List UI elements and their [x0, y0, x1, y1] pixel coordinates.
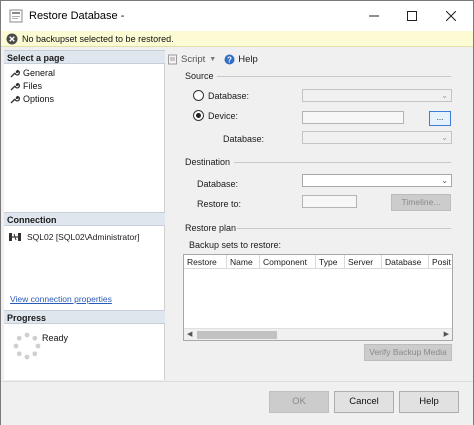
browse-device-button[interactable]: ... — [429, 111, 451, 126]
minimize-button[interactable] — [355, 1, 393, 31]
source-divider — [217, 76, 451, 77]
script-button[interactable]: Script — [167, 54, 205, 65]
cancel-button[interactable]: Cancel — [334, 391, 394, 413]
svg-text:?: ? — [227, 55, 232, 64]
minimize-icon — [369, 15, 379, 17]
server-connection-icon — [9, 233, 21, 241]
grid-horizontal-scrollbar[interactable]: ◀ ▶ — [184, 328, 452, 340]
destination-group-label: Destination — [185, 157, 231, 167]
restore-plan-divider — [237, 228, 451, 229]
column-header-component[interactable]: Component — [260, 255, 316, 269]
select-page-header: Select a page — [4, 50, 165, 64]
progress-header: Progress — [4, 310, 165, 324]
close-button[interactable] — [432, 1, 470, 31]
destination-divider — [234, 162, 451, 163]
column-header-restore[interactable]: Restore — [184, 255, 227, 269]
restore-database-window: Restore Database - No backupset selected… — [0, 0, 474, 425]
column-header-type[interactable]: Type — [316, 255, 345, 269]
restore-to-field[interactable] — [302, 195, 357, 208]
column-header-server[interactable]: Server — [345, 255, 382, 269]
info-message: No backupset selected to be restored. — [22, 34, 174, 44]
source-database-option-label: Database: — [208, 91, 250, 101]
script-dropdown-icon[interactable]: ▼ — [209, 56, 216, 63]
progress-status: Ready — [42, 333, 69, 343]
window-title: Restore Database - — [29, 10, 125, 22]
wrench-icon — [10, 82, 20, 90]
sql-server-app-icon — [9, 9, 23, 23]
source-device-radio[interactable] — [193, 110, 204, 121]
connection-info: SQL02 [SQL02\Administrator] — [8, 231, 139, 243]
source-device-option-label: Device: — [208, 111, 239, 121]
connection-text: SQL02 [SQL02\Administrator] — [27, 232, 140, 242]
destination-database-label: Database: — [197, 179, 239, 189]
dialog-footer: OK Cancel Help — [1, 381, 473, 425]
restore-to-label: Restore to: — [197, 199, 242, 209]
ok-button[interactable]: OK — [269, 391, 329, 413]
page-item-label: Files — [23, 81, 43, 91]
view-connection-properties-link[interactable]: View connection properties — [10, 294, 112, 304]
page-item-options[interactable]: Options — [9, 93, 54, 105]
maximize-icon — [407, 11, 417, 21]
chevron-down-icon: ⌄ — [441, 91, 448, 100]
scroll-left-icon[interactable]: ◀ — [187, 330, 192, 338]
help-button[interactable]: Help — [399, 391, 459, 413]
source-database-label: Database: — [223, 134, 265, 144]
error-x-circle-icon — [6, 33, 18, 45]
backup-sets-label: Backup sets to restore: — [189, 240, 282, 250]
close-icon — [446, 11, 456, 21]
timeline-button[interactable]: Timeline... — [391, 194, 451, 211]
backup-sets-grid[interactable]: Restore Name Component Type Server Datab… — [183, 254, 453, 341]
source-device-database-select[interactable]: ⌄ — [302, 131, 452, 144]
device-path-field[interactable] — [302, 111, 404, 124]
destination-database-select[interactable]: ⌄ — [302, 174, 452, 187]
wrench-icon — [10, 95, 20, 103]
grid-header: Restore Name Component Type Server Datab… — [184, 255, 452, 269]
scrollbar-thumb[interactable] — [197, 331, 277, 339]
title-bar: Restore Database - — [1, 1, 473, 31]
maximize-button[interactable] — [393, 1, 431, 31]
restore-plan-group-label: Restore plan — [185, 223, 237, 233]
script-icon — [168, 54, 177, 64]
page-item-label: Options — [23, 94, 55, 104]
column-header-position[interactable]: Posit — [429, 255, 452, 269]
help-toolbar-label: Help — [238, 53, 258, 65]
source-group-label: Source — [185, 71, 214, 81]
toolbar: Script ▼ ? Help — [167, 51, 262, 67]
progress-spinner-icon — [13, 332, 41, 360]
scroll-right-icon[interactable]: ▶ — [444, 330, 449, 338]
help-icon: ? — [224, 54, 235, 64]
warning-info-bar: No backupset selected to be restored. — [1, 31, 473, 47]
column-header-database[interactable]: Database — [382, 255, 429, 269]
chevron-down-icon: ⌄ — [441, 133, 448, 142]
help-toolbar-button[interactable]: ? Help — [224, 54, 258, 65]
page-item-files[interactable]: Files — [9, 80, 42, 92]
chevron-down-icon: ⌄ — [441, 176, 448, 185]
verify-backup-media-button[interactable]: Verify Backup Media — [364, 344, 452, 361]
script-label: Script — [181, 53, 206, 65]
page-item-label: General — [23, 68, 56, 78]
left-panel: Select a page General Files Options Conn… — [4, 50, 165, 380]
page-item-general[interactable]: General — [9, 67, 55, 79]
source-database-radio[interactable] — [193, 90, 204, 101]
column-header-name[interactable]: Name — [227, 255, 260, 269]
source-database-select[interactable]: ⌄ — [302, 89, 452, 102]
connection-header: Connection — [4, 212, 165, 226]
wrench-icon — [10, 69, 20, 77]
